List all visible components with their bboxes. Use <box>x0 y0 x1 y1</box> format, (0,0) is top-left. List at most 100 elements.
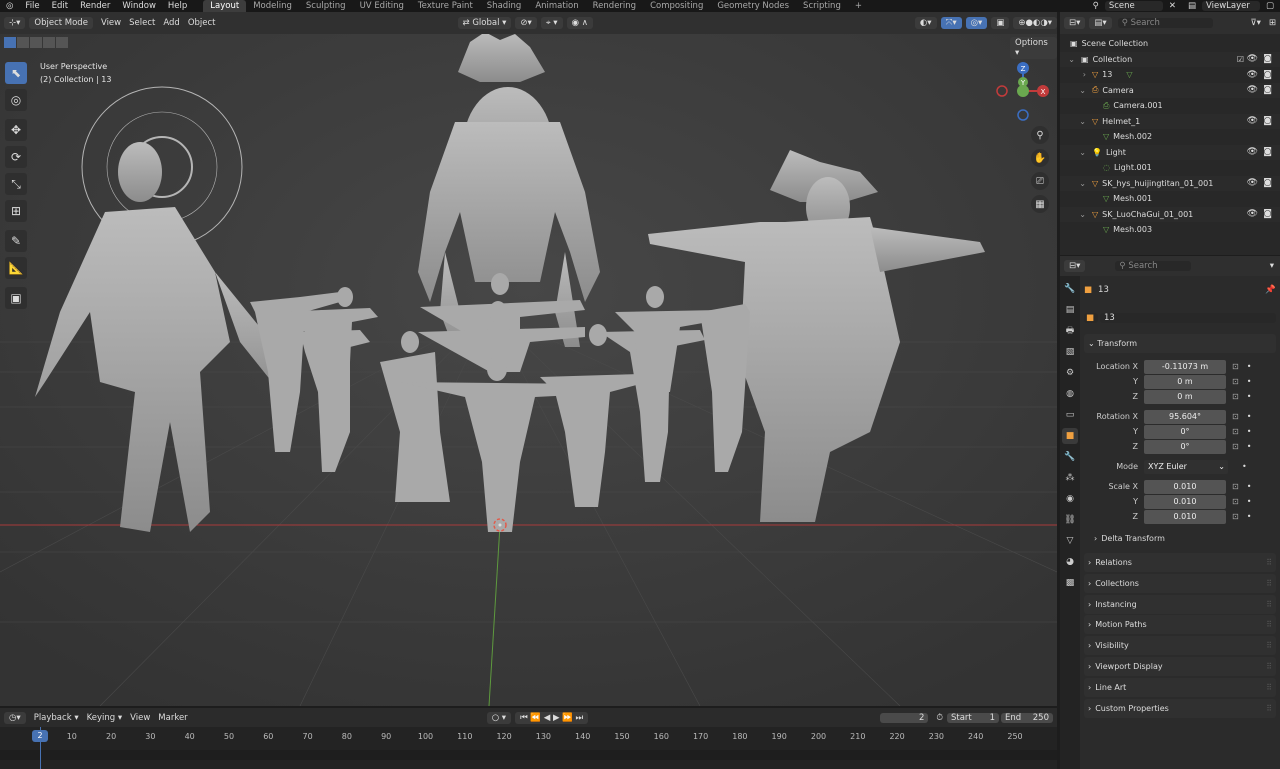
expand-chevron-icon[interactable]: › <box>1060 70 1088 79</box>
menu-render[interactable]: Render <box>74 0 116 12</box>
checkbox-icon[interactable]: ☑ <box>1237 55 1244 64</box>
properties-search-input[interactable]: ⚲ Search <box>1115 261 1192 271</box>
workspace-tab-uv-editing[interactable]: UV Editing <box>353 0 411 12</box>
expand-chevron-icon[interactable]: ⌄ <box>1060 86 1088 95</box>
outliner-row[interactable]: ⎙ Camera.001 <box>1060 98 1280 113</box>
keyframe-dot-icon[interactable]: • <box>1247 512 1252 521</box>
outliner-row[interactable]: ◌ Light.001 <box>1060 160 1280 175</box>
scale-tool-icon[interactable]: ⤡ <box>5 173 27 195</box>
expand-chevron-icon[interactable]: ⌄ <box>1060 148 1088 157</box>
camera-view-icon[interactable]: ⎚ <box>1031 172 1049 190</box>
workspace-tab-modeling[interactable]: Modeling <box>246 0 299 12</box>
workspace-tab-shading[interactable]: Shading <box>480 0 529 12</box>
outliner-row[interactable]: ⌄ ▽ SK_LuoChaGui_01_001 👁 ◙ <box>1060 206 1280 222</box>
lock-icon[interactable]: ⊡ <box>1232 362 1239 371</box>
lock-icon[interactable]: ⊡ <box>1232 512 1239 521</box>
eye-icon[interactable]: 👁 <box>1247 116 1258 126</box>
object-browse-icon[interactable]: ■ <box>1084 313 1098 323</box>
menu-object[interactable]: Object <box>188 18 216 28</box>
menu-window[interactable]: Window <box>116 0 162 12</box>
workspace-tab-layout[interactable]: Layout <box>203 0 247 12</box>
keyframe-dot-icon[interactable]: • <box>1247 442 1252 451</box>
delta-transform-subpanel[interactable]: › Delta Transform <box>1094 534 1165 543</box>
select-extend-icon[interactable] <box>17 37 29 48</box>
lock-icon[interactable]: ⊡ <box>1232 392 1239 401</box>
zoom-icon[interactable]: ⚲ <box>1031 126 1049 144</box>
measure-tool-icon[interactable]: 📐 <box>5 257 27 279</box>
expand-chevron-icon[interactable]: ⌄ <box>1060 117 1088 126</box>
select-subtract-icon[interactable] <box>30 37 42 48</box>
scale-x-field[interactable]: 0.010 <box>1144 479 1226 494</box>
view-layer-selector[interactable]: ViewLayer <box>1201 1 1260 11</box>
output-tab-icon[interactable]: 🖶 <box>1062 323 1078 339</box>
transform-panel-header[interactable]: ⌄ Transform <box>1084 334 1276 353</box>
playback-controls[interactable]: ⏮ ⏪ ◀ ▶ ⏩ ⏭ <box>515 711 589 724</box>
outliner-row[interactable]: ▽ Mesh.002 <box>1060 129 1280 144</box>
properties-editor-type-icon[interactable]: ⊟▾ <box>1064 260 1086 272</box>
lock-icon[interactable]: ⊡ <box>1232 377 1239 386</box>
gizmo-neg-x-handle[interactable] <box>996 85 1008 97</box>
eye-icon[interactable]: 👁 <box>1247 209 1258 219</box>
lock-icon[interactable]: ⊡ <box>1232 442 1239 451</box>
drag-handle-icon[interactable]: ⠿ <box>1266 600 1272 609</box>
timeline-editor-type-icon[interactable]: ◷▾ <box>4 711 26 724</box>
select-intersect-icon[interactable] <box>56 37 68 48</box>
properties-section-header[interactable]: › Motion Paths ⠿ <box>1084 615 1276 635</box>
drag-handle-icon[interactable]: ⠿ <box>1266 704 1272 713</box>
expand-chevron-icon[interactable]: ⌄ <box>1060 179 1088 188</box>
rotation-x-field[interactable]: 95.604° <box>1144 409 1226 424</box>
annotate-tool-icon[interactable]: ✎ <box>5 230 27 252</box>
properties-section-header[interactable]: › Visibility ⠿ <box>1084 636 1276 656</box>
overlay-toggle-icon[interactable]: ◎▾ <box>965 17 988 29</box>
rotate-tool-icon[interactable]: ⟳ <box>5 146 27 168</box>
gizmo-neg-z-handle[interactable] <box>1017 109 1029 121</box>
outliner-row[interactable]: ▣ Scene Collection <box>1060 36 1280 51</box>
scene-tab-icon[interactable]: ⚙ <box>1062 365 1078 381</box>
keyframe-dot-icon[interactable]: • <box>1247 377 1252 386</box>
render-camera-icon[interactable]: ◙ <box>1263 54 1272 64</box>
keyframe-dot-icon[interactable]: • <box>1247 412 1252 421</box>
drag-handle-icon[interactable]: ⠿ <box>1266 662 1272 671</box>
move-tool-icon[interactable]: ✥ <box>5 119 27 141</box>
navigation-gizmo[interactable]: Z Y X <box>993 60 1053 122</box>
scale-z-field[interactable]: 0.010 <box>1144 509 1226 524</box>
outliner-row[interactable]: ⌄ ▽ Helmet_1 👁 ◙ <box>1060 113 1280 129</box>
constraints-tab-icon[interactable]: ⛓ <box>1062 512 1078 528</box>
keyframe-dot-icon[interactable]: • <box>1247 362 1252 371</box>
end-frame-field[interactable]: End 250 <box>1001 712 1053 723</box>
world-tab-icon[interactable]: ◍ <box>1062 386 1078 402</box>
scene-selector[interactable]: Scene <box>1104 1 1163 11</box>
properties-section-header[interactable]: › Relations ⠿ <box>1084 553 1276 572</box>
options-dropdown[interactable]: Options ▾ <box>1010 37 1057 59</box>
3d-viewport[interactable]: ⊹▾ Object Mode View Select Add Object ⇄ … <box>0 12 1057 706</box>
outliner-editor-type-icon[interactable]: ⊟▾ <box>1064 17 1086 29</box>
properties-section-header[interactable]: › Collections ⠿ <box>1084 573 1276 593</box>
auto-keying-icon[interactable]: ○ ▾ <box>486 711 512 724</box>
rotation-mode-dropdown[interactable]: XYZ Euler ⌄ <box>1144 459 1228 474</box>
location-y-field[interactable]: 0 m <box>1144 374 1226 389</box>
drag-handle-icon[interactable]: ⠿ <box>1266 579 1272 588</box>
select-invert-icon[interactable] <box>43 37 55 48</box>
properties-section-header[interactable]: › Viewport Display ⠿ <box>1084 657 1276 676</box>
transform-orientation-dropdown[interactable]: ⇄ Global ▾ <box>457 17 512 29</box>
workspace-tab-animation[interactable]: Animation <box>528 0 585 12</box>
scale-y-field[interactable]: 0.010 <box>1144 494 1226 509</box>
drag-handle-icon[interactable]: ⠿ <box>1266 641 1272 650</box>
eye-icon[interactable]: 👁 <box>1247 54 1258 64</box>
keyframe-dot-icon[interactable]: • <box>1247 392 1252 401</box>
stopwatch-icon[interactable]: ⏱ <box>936 713 943 723</box>
properties-section-header[interactable]: › Instancing ⠿ <box>1084 594 1276 614</box>
eye-icon[interactable]: 👁 <box>1247 178 1258 188</box>
select-box-tool-icon[interactable]: ⬉ <box>5 62 27 84</box>
keyframe-dot-icon[interactable]: • <box>1242 462 1247 471</box>
collection-tab-icon[interactable]: ▭ <box>1062 407 1078 423</box>
lock-icon[interactable]: ⊡ <box>1232 427 1239 436</box>
menu-file[interactable]: File <box>19 0 45 12</box>
editor-type-icon[interactable]: ⊹▾ <box>4 17 26 29</box>
render-camera-icon[interactable]: ◙ <box>1263 116 1272 126</box>
close-scene-icon[interactable]: ✕ <box>1163 0 1182 12</box>
playhead-frame-badge[interactable]: 2 <box>32 730 48 742</box>
workspace-tab-geometry-nodes[interactable]: Geometry Nodes <box>710 0 796 12</box>
display-mode-icon[interactable]: ▤▾ <box>1089 17 1112 29</box>
workspace-tab-sculpting[interactable]: Sculpting <box>299 0 353 12</box>
